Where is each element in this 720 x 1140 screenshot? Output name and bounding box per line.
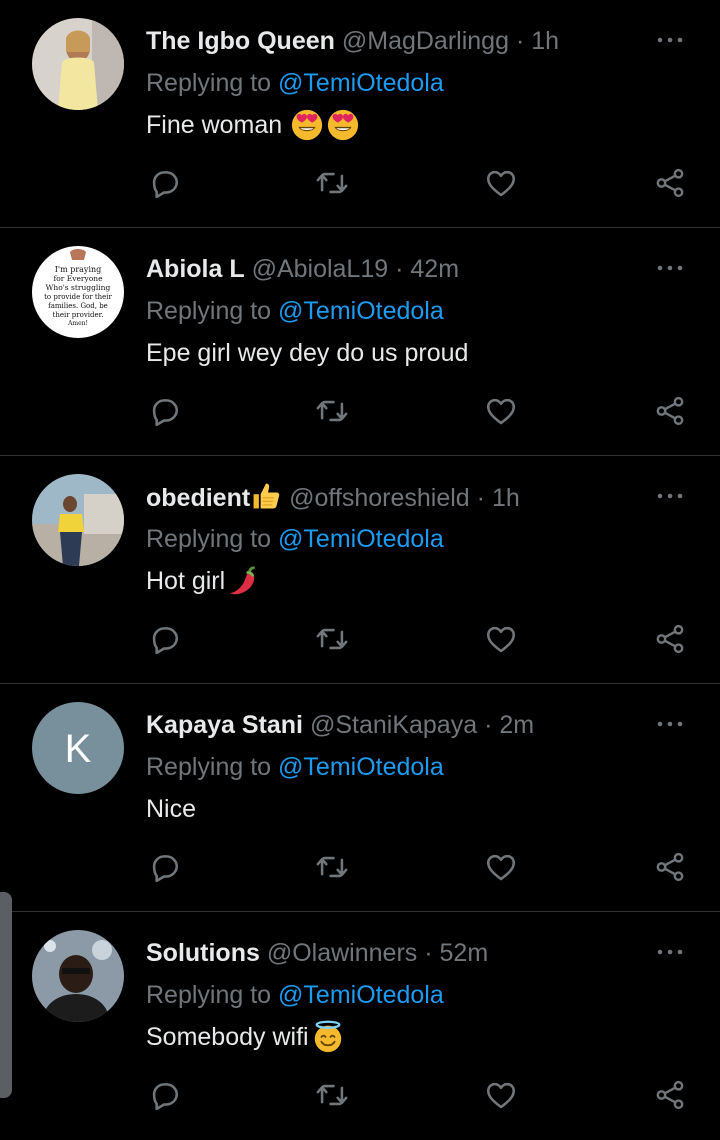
mention-link[interactable]: @TemiOtedola: [278, 753, 444, 781]
avatar[interactable]: [32, 930, 124, 1022]
display-name[interactable]: Abiola L: [146, 255, 245, 283]
display-name[interactable]: Kapaya Stani: [146, 711, 303, 739]
user-handle[interactable]: @Olawinners: [267, 939, 417, 967]
tweet-reply[interactable]: K Kapaya Stani @StaniKapaya · 2m Replyin…: [0, 684, 720, 912]
mention-link[interactable]: @TemiOtedola: [278, 297, 444, 325]
separator-dot: ·: [484, 711, 493, 739]
avatar[interactable]: K: [32, 702, 124, 794]
retweet-icon[interactable]: [315, 1078, 349, 1112]
like-icon[interactable]: [484, 850, 518, 884]
avatar-caption-line: for Everyone: [53, 274, 103, 283]
share-icon[interactable]: [653, 850, 687, 884]
avatar-initial: K: [65, 727, 92, 771]
mention-link[interactable]: @TemiOtedola: [278, 525, 444, 553]
replying-to-line: Replying to @TemiOtedola: [146, 294, 444, 328]
display-name[interactable]: Solutions: [146, 939, 260, 967]
tweet-reply[interactable]: The Igbo Queen @MagDarlingg · 1h Replyin…: [0, 0, 720, 228]
reply-icon[interactable]: [147, 850, 181, 884]
more-options-icon[interactable]: [652, 484, 688, 508]
retweet-icon[interactable]: [315, 850, 349, 884]
tweet-text: Nice: [146, 792, 196, 826]
avatar-caption-line: Amen!: [67, 320, 88, 327]
more-options-icon[interactable]: [652, 28, 688, 52]
replying-to-label: Replying to: [146, 753, 272, 781]
replying-to-line: Replying to @TemiOtedola: [146, 978, 444, 1012]
more-options-icon[interactable]: [652, 712, 688, 736]
separator-dot: ·: [424, 939, 433, 967]
heart-eyes-emoji-icon: [326, 108, 360, 142]
avatar[interactable]: I'm praying for Everyone Who's strugglin…: [32, 246, 124, 338]
mention-link[interactable]: @TemiOtedola: [278, 981, 444, 1009]
tweet-text-content: Nice: [146, 795, 197, 823]
timestamp[interactable]: 52m: [440, 939, 489, 967]
heart-eyes-emoji-icon: [290, 108, 324, 142]
like-icon[interactable]: [484, 1078, 518, 1112]
timestamp[interactable]: 2m: [499, 711, 534, 739]
retweet-icon[interactable]: [315, 622, 349, 656]
tweet-text: Somebody wifi: [146, 1020, 345, 1054]
edge-scroll-handle[interactable]: [0, 892, 12, 1098]
avatar-caption-line: families. God, be: [48, 302, 108, 310]
tweet-text: Fine woman: [146, 108, 360, 142]
replying-to-line: Replying to @TemiOtedola: [146, 750, 444, 784]
separator-dot: ·: [395, 255, 404, 283]
separator-dot: ·: [515, 27, 525, 55]
display-name[interactable]: The Igbo Queen: [146, 27, 335, 55]
avatar[interactable]: [32, 18, 124, 110]
timestamp[interactable]: 1h: [492, 484, 520, 512]
tweet-text-content: Somebody wifi: [146, 1023, 309, 1051]
replying-to-label: Replying to: [146, 981, 272, 1009]
timestamp[interactable]: 1h: [531, 27, 559, 55]
reply-icon[interactable]: [147, 622, 181, 656]
retweet-icon[interactable]: [315, 166, 349, 200]
separator-dot: ·: [476, 484, 485, 512]
share-icon[interactable]: [653, 1078, 687, 1112]
share-icon[interactable]: [653, 166, 687, 200]
replying-to-label: Replying to: [146, 297, 272, 325]
tweet-text-content: Fine woman: [146, 111, 283, 139]
avatar-caption-line: to provide for their: [44, 293, 112, 301]
user-handle[interactable]: @offshoreshield: [289, 484, 470, 512]
user-handle[interactable]: @StaniKapaya: [310, 711, 477, 739]
hot-pepper-emoji-icon: [227, 564, 261, 598]
avatar-caption-line: Who's struggling: [46, 283, 111, 292]
display-name[interactable]: obedient: [146, 484, 250, 512]
replying-to-line: Replying to @TemiOtedola: [146, 522, 444, 556]
user-handle[interactable]: @AbiolaL19: [252, 255, 389, 283]
user-handle[interactable]: @MagDarlingg: [342, 27, 509, 55]
avatar[interactable]: [32, 474, 124, 566]
mention-link[interactable]: @TemiOtedola: [278, 69, 444, 97]
reply-icon[interactable]: [147, 166, 181, 200]
tweet-reply[interactable]: Solutions @Olawinners · 52m Replying to …: [0, 912, 720, 1140]
tweet-text-content: Epe girl wey dey do us proud: [146, 339, 469, 367]
more-options-icon[interactable]: [652, 940, 688, 964]
tweet-text: Epe girl wey dey do us proud: [146, 336, 468, 370]
share-icon[interactable]: [653, 622, 687, 656]
share-icon[interactable]: [653, 394, 687, 428]
replying-to-label: Replying to: [146, 525, 272, 553]
avatar-caption-line: I'm praying: [55, 265, 102, 274]
tweet-text: Hot girl: [146, 564, 261, 598]
replying-to-label: Replying to: [146, 69, 272, 97]
tweet-reply[interactable]: obedient @offshoreshield · 1h Replying t…: [0, 456, 720, 684]
tweet-text-content: Hot girl: [146, 567, 226, 595]
avatar-caption-line: their provider.: [53, 311, 104, 319]
reply-icon[interactable]: [147, 394, 181, 428]
like-icon[interactable]: [484, 166, 518, 200]
halo-smile-emoji-icon: [311, 1020, 345, 1054]
thumbs-up-emoji-icon: [250, 480, 282, 512]
like-icon[interactable]: [484, 394, 518, 428]
timestamp[interactable]: 42m: [410, 255, 459, 283]
reply-icon[interactable]: [147, 1078, 181, 1112]
replying-to-line: Replying to @TemiOtedola: [146, 66, 444, 100]
retweet-icon[interactable]: [315, 394, 349, 428]
more-options-icon[interactable]: [652, 256, 688, 280]
like-icon[interactable]: [484, 622, 518, 656]
tweet-reply[interactable]: I'm praying for Everyone Who's strugglin…: [0, 228, 720, 456]
